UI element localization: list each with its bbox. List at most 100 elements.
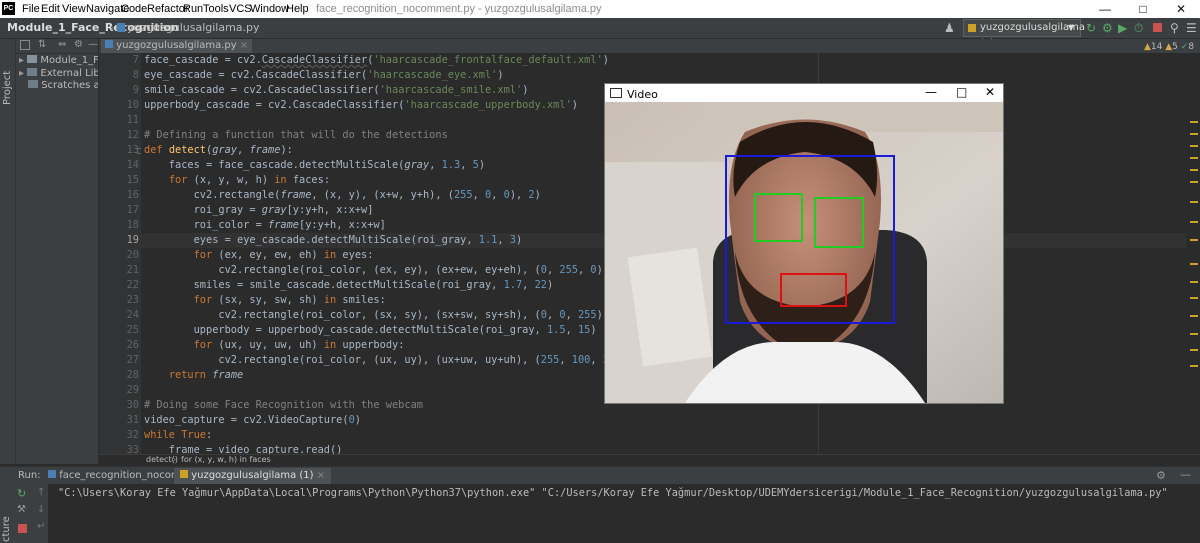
editor-tab-bar: yuzgozgulusalgilama.py × ▲14 ▲5 ✓8 xyxy=(99,39,1200,53)
tree-item-external-libraries[interactable]: ▸ External Libraries xyxy=(19,68,98,79)
run-tab-yuzgozgulusalgilama[interactable]: yuzgozgulusalgilama (1) × xyxy=(174,468,332,484)
line-number-gutter: 7 8 9 10 11 12 13 14 15 16 17 18 19 20 2… xyxy=(99,53,143,456)
menu-code[interactable]: Code xyxy=(121,3,147,15)
structure-tool-button[interactable]: cture xyxy=(1,516,12,542)
user-icon[interactable]: ♟ xyxy=(944,21,955,35)
code-line: eyes = eye_cascade.detectMultiScale(roi_… xyxy=(144,234,523,246)
maximize-icon[interactable]: □ xyxy=(1124,0,1162,18)
warning-mark[interactable] xyxy=(1190,181,1198,183)
video-window[interactable]: Video — □ ✕ xyxy=(604,83,1004,404)
menu-tools[interactable]: Tools xyxy=(203,3,229,15)
menu-edit[interactable]: Edit xyxy=(41,3,60,15)
library-icon xyxy=(27,68,38,76)
close-tab-icon[interactable]: × xyxy=(240,40,248,51)
window-app-icon xyxy=(610,88,622,98)
debug-icon[interactable]: ⚙ xyxy=(1102,21,1113,35)
menu-vcs[interactable]: VCS xyxy=(229,3,252,15)
stop-icon[interactable] xyxy=(1153,23,1162,32)
video-minimize-icon[interactable]: — xyxy=(925,85,937,99)
run-configuration-select[interactable]: yuzgozgulusalgilama (1) ▼ xyxy=(963,19,1085,49)
inspection-widget[interactable]: ▲14 ▲5 ✓8 xyxy=(1144,42,1194,52)
warning-mark[interactable] xyxy=(1190,157,1198,159)
tree-item-scratches[interactable]: Scratches and Co xyxy=(28,80,98,91)
project-tool-button[interactable]: Project xyxy=(2,71,13,105)
tree-item-label: Scratches and Co xyxy=(41,80,98,91)
menu-bar: PC File Edit View Navigate Code Refactor… xyxy=(0,0,1200,18)
code-line: frame = video_capture.read() xyxy=(144,444,343,454)
warning-mark[interactable] xyxy=(1190,133,1198,135)
tree-item-label: External Libraries xyxy=(40,68,98,79)
warning-mark[interactable] xyxy=(1190,297,1198,299)
webcam-image xyxy=(605,102,1003,403)
menu-window[interactable]: Window xyxy=(250,3,289,15)
line-number: 10 xyxy=(126,99,139,111)
line-number: 32 xyxy=(126,429,139,441)
menu-view[interactable]: View xyxy=(62,3,86,15)
hide-panel-icon[interactable]: — xyxy=(1180,468,1191,481)
line-number: 18 xyxy=(126,219,139,231)
tab-yuzgozgulusalgilama[interactable]: yuzgozgulusalgilama.py × xyxy=(101,39,253,53)
warning-mark[interactable] xyxy=(1190,263,1198,265)
collapse-icon[interactable] xyxy=(20,40,30,50)
settings-icon[interactable]: ☰ xyxy=(1186,21,1197,35)
wrench-icon[interactable]: ⚒ xyxy=(17,504,26,515)
up-arrow-icon[interactable]: ↑ xyxy=(37,487,45,498)
warning-mark[interactable] xyxy=(1190,145,1198,147)
line-number: 17 xyxy=(126,204,139,216)
python-file-icon xyxy=(117,23,125,32)
tree-item-module[interactable]: ▸ Module_1_Face_R xyxy=(19,55,98,66)
breadcrumb-file[interactable]: yuzgozgulusalgilama.py xyxy=(127,21,260,34)
expand-arrow-icon: ▸ xyxy=(19,55,25,66)
minimize-icon[interactable]: — xyxy=(1086,0,1124,18)
warning-mark[interactable] xyxy=(1190,349,1198,351)
warning-mark[interactable] xyxy=(1190,221,1198,223)
profile-icon[interactable]: ⏱ xyxy=(1134,21,1143,36)
coverage-icon[interactable]: ▶ xyxy=(1118,21,1127,35)
stop-icon[interactable] xyxy=(18,524,27,533)
soft-wrap-icon[interactable]: ↵ xyxy=(37,521,45,532)
warning-mark[interactable] xyxy=(1190,121,1198,123)
warning-mark[interactable] xyxy=(1190,169,1198,171)
expand-all-icon[interactable]: ⇔ xyxy=(58,39,66,50)
line-number: 30 xyxy=(126,399,139,411)
code-line: eye_cascade = cv2.CascadeClassifier('haa… xyxy=(144,69,504,81)
code-line: smile_cascade = cv2.CascadeClassifier('h… xyxy=(144,84,529,96)
menu-help[interactable]: Help xyxy=(286,3,309,15)
line-number: 24 xyxy=(126,309,139,321)
menu-file[interactable]: File xyxy=(22,3,40,15)
rerun-icon[interactable]: ↻ xyxy=(1086,21,1096,35)
code-breadcrumb-bar: detect() › for (x, y, w, h) in faces xyxy=(99,454,1200,466)
menu-run[interactable]: Run xyxy=(183,3,203,15)
down-arrow-icon[interactable]: ↓ xyxy=(37,504,45,515)
code-line: face_cascade = cv2.CascadeClassifier('ha… xyxy=(144,54,609,66)
gear-icon[interactable]: ⚙ xyxy=(1156,469,1166,482)
scroll-from-source-icon[interactable]: ⇅ xyxy=(38,39,46,50)
video-close-icon[interactable]: ✕ xyxy=(985,85,995,99)
rerun-icon[interactable]: ↻ xyxy=(17,487,26,500)
code-line: faces = face_cascade.detectMultiScale(gr… xyxy=(144,159,486,171)
gear-icon[interactable]: ⚙ xyxy=(74,39,83,50)
line-number: 29 xyxy=(126,384,139,396)
run-label: Run: xyxy=(18,470,41,481)
line-number: 26 xyxy=(126,339,139,351)
warning-mark[interactable] xyxy=(1190,201,1198,203)
close-icon[interactable]: ✕ xyxy=(1162,0,1200,18)
breadcrumb-loop[interactable]: for (x, y, w, h) in faces xyxy=(181,455,271,464)
warning-mark[interactable] xyxy=(1190,239,1198,241)
run-console[interactable]: "C:\Users\Koray Efe Yağmur\AppData\Local… xyxy=(0,484,1200,543)
close-tab-icon[interactable]: × xyxy=(317,470,325,481)
ok-count: 8 xyxy=(1188,42,1195,52)
line-number: 22 xyxy=(126,279,139,291)
hide-icon[interactable]: — xyxy=(88,39,98,50)
search-icon[interactable]: ⚲ xyxy=(1170,21,1179,35)
code-line: while True: xyxy=(144,429,213,441)
code-line: for (x, y, w, h) in faces: xyxy=(168,174,331,186)
line-number: 7 xyxy=(132,54,139,66)
error-stripe[interactable] xyxy=(1186,53,1200,454)
warning-mark[interactable] xyxy=(1190,315,1198,317)
warning-mark[interactable] xyxy=(1190,281,1198,283)
video-maximize-icon[interactable]: □ xyxy=(956,85,967,99)
line-number: 8 xyxy=(132,69,139,81)
warning-mark[interactable] xyxy=(1190,333,1198,335)
warning-mark[interactable] xyxy=(1190,365,1198,367)
